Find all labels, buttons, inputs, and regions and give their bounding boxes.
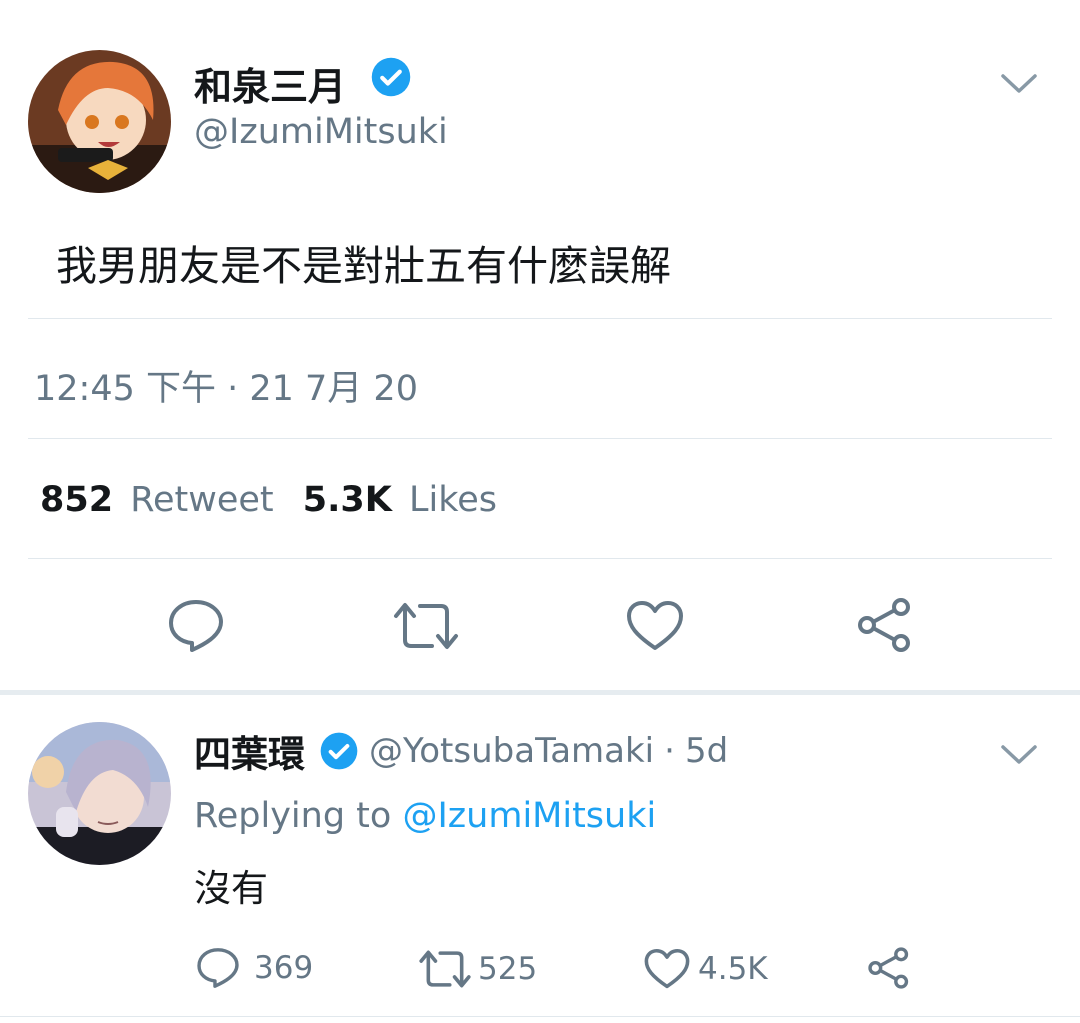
- chevron-down-icon[interactable]: [1000, 72, 1038, 100]
- like-button[interactable]: [626, 600, 684, 652]
- like-icon: [627, 601, 683, 650]
- verified-badge-icon: [319, 731, 359, 771]
- reply-time[interactable]: 5d: [685, 731, 728, 771]
- reply-retweet-count: 525: [478, 951, 538, 987]
- retweet-button[interactable]: [392, 600, 460, 652]
- chevron-down-icon[interactable]: [1000, 743, 1038, 771]
- like-count[interactable]: 5.3K: [303, 480, 392, 520]
- main-tweet-text: 我男朋友是不是對壯五有什麼誤解: [56, 242, 671, 290]
- engagement-stats: 852 Retweet 5.3K Likes: [40, 480, 497, 520]
- retweet-icon: [419, 950, 471, 988]
- retweet-label[interactable]: Retweet: [130, 480, 273, 520]
- reply-header: 四葉環 @YotsubaTamaki · 5d: [194, 729, 728, 776]
- reply-display-name[interactable]: 四葉環: [194, 724, 305, 778]
- retweet-count[interactable]: 852: [40, 480, 113, 520]
- reply-like-button[interactable]: 4.5K: [644, 948, 768, 990]
- avatar-yotsuba-tamaki[interactable]: [28, 722, 171, 865]
- reply-handle[interactable]: @YotsubaTamaki: [369, 731, 654, 771]
- retweet-icon: [394, 603, 458, 649]
- replying-to-line: Replying to @IzumiMitsuki: [194, 796, 656, 836]
- reply-reply-button[interactable]: 369: [196, 946, 313, 990]
- divider: [0, 1016, 1080, 1017]
- verified-badge-icon: [370, 56, 412, 102]
- replying-to-label: Replying to: [194, 796, 392, 836]
- section-separator: [0, 690, 1080, 695]
- reply-button[interactable]: [167, 598, 225, 654]
- divider: [28, 558, 1052, 559]
- divider: [28, 438, 1052, 439]
- reply-like-count: 4.5K: [698, 951, 768, 987]
- reply-retweet-button[interactable]: 525: [418, 948, 537, 990]
- reply-icon: [169, 600, 223, 652]
- share-icon: [868, 947, 909, 989]
- reply-time-separator: ·: [664, 731, 675, 771]
- like-label[interactable]: Likes: [409, 480, 497, 520]
- replying-to-handle-link[interactable]: @IzumiMitsuki: [402, 796, 656, 836]
- share-button[interactable]: [855, 596, 915, 654]
- reply-tweet-text: 沒有: [194, 867, 268, 910]
- main-timestamp[interactable]: 12:45 下午 · 21 7月 20: [34, 360, 418, 411]
- reply-icon: [197, 948, 239, 988]
- reply-reply-count: 369: [254, 950, 314, 986]
- main-handle[interactable]: @IzumiMitsuki: [194, 112, 448, 152]
- avatar-izumi-mitsuki[interactable]: [28, 50, 171, 193]
- main-display-name[interactable]: 和泉三月: [194, 56, 346, 111]
- divider: [28, 318, 1052, 319]
- like-icon: [644, 948, 690, 989]
- reply-share-button[interactable]: [866, 946, 912, 994]
- share-icon: [858, 598, 910, 652]
